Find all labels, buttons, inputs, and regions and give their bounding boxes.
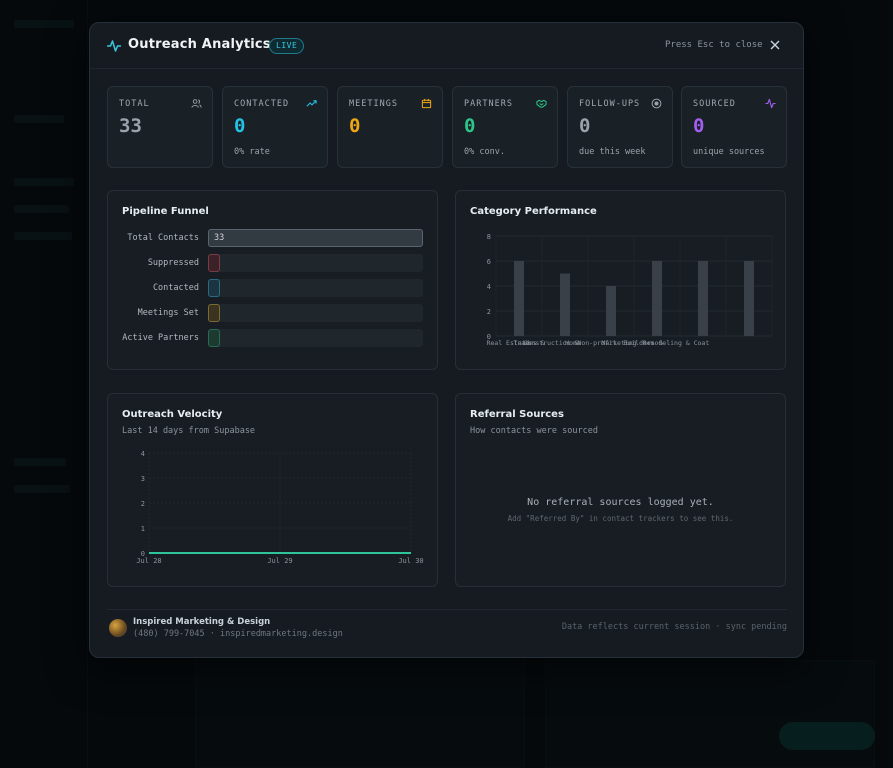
y-tick-label: 2 [487, 308, 491, 316]
category-bar [606, 286, 616, 336]
trending-up-icon [306, 100, 317, 107]
category-performance-panel: Category Performance 0 2 4 6 8 Real Estate Tra… [455, 190, 786, 370]
stat-card-partners: PARTNERS 0 0% conv. [452, 86, 558, 168]
y-tick-label: 4 [141, 450, 145, 458]
x-tick-label: Jul 28 [136, 557, 161, 565]
close-icon[interactable] [769, 39, 781, 51]
stat-sub: unique sources [693, 147, 765, 157]
funnel-bar [208, 254, 220, 272]
y-tick-label: 2 [141, 500, 145, 508]
stat-value: 0 [693, 115, 705, 137]
x-tick-label: Jul 30 [398, 557, 423, 565]
funnel-track [208, 279, 423, 297]
category-bar [514, 261, 524, 336]
outreach-velocity-panel: Outreach Velocity Last 14 days from Supa… [107, 393, 438, 587]
stat-label: CONTACTED [234, 99, 290, 109]
pipeline-funnel-panel: Pipeline Funnel Total Contacts 33 Suppress… [107, 190, 438, 370]
modal-title: Outreach Analytics [128, 37, 271, 52]
live-badge: LIVE [269, 38, 305, 54]
funnel-bar [208, 304, 220, 322]
y-tick-label: 1 [141, 525, 145, 533]
brand-name: Inspired Marketing & Design [133, 617, 271, 627]
panel-title: Pipeline Funnel [122, 206, 209, 217]
panel-title: Referral Sources [470, 409, 564, 420]
y-tick-label: 4 [487, 283, 491, 291]
funnel-row: Active Partners [108, 329, 437, 347]
stat-card-contacted: CONTACTED 0 0% rate [222, 86, 328, 168]
analytics-modal: Outreach Analytics LIVE Press Esc to clo… [89, 22, 804, 658]
stat-card-follow-ups: FOLLOW-UPS 0 due this week [567, 86, 673, 168]
funnel-bar [208, 229, 423, 247]
x-tick-label: Jul 29 [267, 557, 292, 565]
stat-value: 0 [234, 115, 246, 137]
stat-label: PARTNERS [464, 99, 513, 109]
funnel-label: Suppressed [147, 258, 199, 268]
close-hint: Press Esc to close [665, 40, 763, 50]
funnel-label: Contacted [152, 283, 199, 293]
funnel-row: Meetings Set [108, 304, 437, 322]
modal-footer: Inspired Marketing & Design (480) 799-70… [107, 609, 787, 649]
funnel-row: Total Contacts 33 [108, 229, 437, 247]
stat-label: TOTAL [119, 99, 150, 109]
funnel-label: Meetings Set [137, 308, 199, 318]
category-bar [560, 273, 570, 336]
calendar-icon [421, 98, 432, 109]
funnel-bar [208, 329, 220, 347]
stat-card-meetings: MEETINGS 0 [337, 86, 443, 168]
referral-sources-panel: Referral Sources How contacts were sourc… [455, 393, 786, 587]
stat-label: MEETINGS [349, 99, 398, 109]
category-bar [744, 261, 754, 336]
x-tick-label: Remodeling & Coat [643, 339, 710, 347]
panel-subtitle: How contacts were sourced [470, 426, 598, 436]
stat-card-total: TOTAL 33 [107, 86, 213, 168]
funnel-label: Total Contacts [127, 233, 199, 243]
funnel-bar [208, 279, 220, 297]
y-tick-label: 8 [487, 233, 491, 241]
modal-header: Outreach Analytics LIVE Press Esc to clo… [90, 23, 803, 69]
y-tick-label: 3 [141, 475, 145, 483]
activity-icon [765, 98, 776, 109]
funnel-track [208, 254, 423, 272]
velocity-line-chart: 01234Jul 28 Jul 29 Jul 30 [136, 450, 423, 565]
empty-state-hint: Add "Referred By" in contact trackers to… [507, 514, 734, 523]
stat-value: 0 [349, 115, 361, 137]
brand-contact: (480) 799-7045 · inspiredmarketing.desig… [133, 629, 343, 639]
brand-logo [109, 619, 127, 637]
stat-value: 33 [119, 115, 142, 137]
stat-sub: 0% rate [234, 147, 270, 157]
stat-label: SOURCED [693, 99, 736, 109]
handshake-icon [536, 99, 547, 108]
funnel-value: 33 [214, 233, 225, 243]
category-bar [652, 261, 662, 336]
stat-label: FOLLOW-UPS [579, 99, 641, 109]
stat-card-sourced: SOURCED 0 unique sources [681, 86, 787, 168]
funnel-row: Suppressed [108, 254, 437, 272]
funnel-track [208, 329, 423, 347]
stat-value: 0 [579, 115, 591, 137]
stat-sub: due this week [579, 147, 646, 157]
category-bar [698, 261, 708, 336]
category-bar-chart: 02468Real EstateTrades &Construction &Ho… [486, 233, 773, 347]
funnel-label: Active Partners [122, 333, 199, 343]
sync-note: Data reflects current session · sync pen… [561, 622, 787, 632]
clock-icon [651, 98, 662, 109]
stat-value: 0 [464, 115, 476, 137]
activity-icon [107, 40, 121, 52]
stat-sub: 0% conv. [464, 147, 505, 157]
funnel-row: Contacted [108, 279, 437, 297]
empty-state-message: No referral sources logged yet. [527, 497, 714, 508]
y-tick-label: 6 [487, 258, 491, 266]
users-icon [191, 99, 202, 108]
funnel-track [208, 304, 423, 322]
